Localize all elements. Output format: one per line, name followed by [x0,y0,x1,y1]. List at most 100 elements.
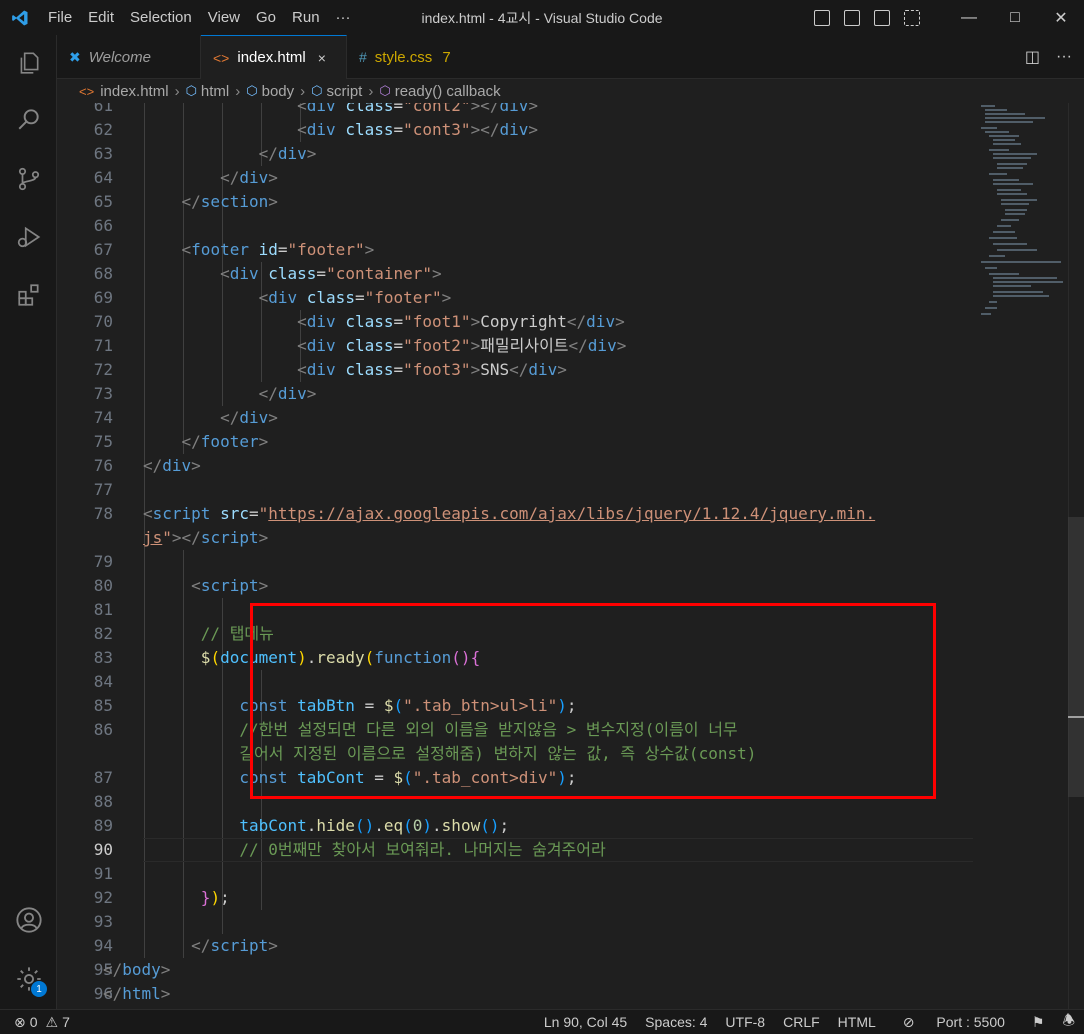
line-number: 61 [93,103,113,115]
line-number: 62 [93,120,113,139]
line-number: 83 [93,648,113,667]
code-line: // 탭메뉴 [200,624,274,643]
css-file-icon: # [359,49,367,65]
line-number-gutter: 61 62 63 64 65 66 67 68 69 70 71 72 73 7… [57,103,113,1009]
vscode-logo-icon [0,0,40,35]
breadcrumb-item-body[interactable]: body [262,83,295,100]
search-icon[interactable] [0,95,57,143]
tab-index-html[interactable]: <> index.html × [201,35,347,79]
line-number: 82 [93,624,113,643]
end-of-line[interactable]: CRLF [774,1014,829,1030]
problems-indicator[interactable]: ⊗ 0 ⚠ 7 [0,1014,70,1031]
minimize-window-icon[interactable]: — [946,0,992,35]
code-line: <script src="https://ajax.googleapis.com… [143,504,876,523]
line-number: 78 [93,504,113,523]
function-icon: ⬡ [379,83,391,98]
accounts-icon[interactable] [0,896,57,944]
code-line: tabCont.hide().eq(0).show(); [239,816,510,835]
breadcrumb-item-file[interactable]: index.html [100,83,168,100]
line-number: 89 [93,816,113,835]
code-line: </section> [181,192,278,211]
line-number: 85 [93,696,113,715]
element-icon: ⬡ [311,83,323,98]
toggle-panel-icon[interactable] [844,9,860,26]
code-line: //한번 설정되면 다른 외의 이름을 받지않음 > 변수지정(이름이 너무 [239,720,738,739]
menu-go[interactable]: Go [248,9,284,26]
html-file-icon: <> [79,83,95,99]
html-file-icon: <> [213,49,230,66]
extensions-icon[interactable] [0,271,57,319]
code-line: <div class="footer"> [258,288,452,307]
line-number: 71 [93,336,113,355]
code-line: <div class="container"> [220,264,442,283]
menu-run[interactable]: Run [284,9,328,26]
line-number: 68 [93,264,113,283]
close-tab-icon[interactable]: × [318,50,326,66]
line-number: 65 [93,192,113,211]
element-icon: ⬡ [246,83,258,98]
vscode-icon: ✖ [69,48,81,65]
code-line: <footer id="footer"> [181,240,375,259]
line-number: 70 [93,312,113,331]
line-number: 66 [93,216,113,235]
code-line: </div> [220,168,278,187]
toggle-primary-sidebar-icon[interactable] [814,9,830,26]
warning-icon: ⚠ [45,1013,59,1030]
breadcrumb-item-script[interactable]: script [327,83,363,100]
scrollbar-thumb[interactable] [1068,517,1084,797]
code-line: </div> [258,144,317,163]
customize-layout-icon[interactable] [904,9,920,26]
menu-more[interactable]: ··· [328,9,359,26]
title-bar: File Edit Selection View Go Run ··· inde… [0,0,1084,35]
menu-selection[interactable]: Selection [122,9,200,26]
error-icon: ⊗ [14,1013,26,1030]
menu-file[interactable]: File [40,9,80,26]
code-area[interactable]: <div class="cont2"></div> <div class="co… [103,103,973,1009]
encoding[interactable]: UTF-8 [716,1014,774,1030]
tab-welcome[interactable]: ✖ Welcome [57,35,201,79]
line-number: 69 [93,288,113,307]
error-count: 0 [29,1014,38,1030]
code-line: </script> [191,936,278,955]
menu-bar: File Edit Selection View Go Run ··· [40,9,359,26]
code-editor[interactable]: 61 62 63 64 65 66 67 68 69 70 71 72 73 7… [57,103,1084,1009]
split-editor-icon[interactable]: ◫ [1025,47,1040,67]
line-number: 75 [93,432,113,451]
tab-label: index.html [237,49,306,66]
tab-style-css[interactable]: # style.css 7 [347,35,477,79]
code-line: <div class="cont2"></div> [297,103,539,115]
code-line: </body> [103,960,171,979]
run-debug-icon[interactable] [0,213,57,261]
manage-gear-icon[interactable]: 1 [0,955,57,1003]
scrollbar-cursor-marker [1068,716,1084,718]
code-line: $(document).ready(function(){ [200,648,481,667]
more-actions-icon[interactable]: ··· [1056,48,1072,66]
breadcrumb-item-html[interactable]: html [201,83,229,100]
breadcrumb-item-callback[interactable]: ready() callback [395,83,501,100]
cursor-position[interactable]: Ln 90, Col 45 [535,1014,636,1030]
line-number-current: 90 [93,840,113,859]
line-number: 93 [93,912,113,931]
line-number: 67 [93,240,113,259]
line-number: 81 [93,600,113,619]
indentation[interactable]: Spaces: 4 [636,1014,716,1030]
maximize-window-icon[interactable]: □ [992,0,1038,35]
minimap[interactable] [977,103,1067,323]
jquery-cdn-link[interactable]: https://ajax.googleapis.com/ajax/libs/jq… [268,504,875,523]
notifications-bell-icon[interactable]: 🕭 [1053,1010,1084,1034]
live-server-port[interactable]: ⊘ Port : 5500 [885,1014,1023,1031]
source-control-icon[interactable] [0,155,57,203]
stop-circle-icon: ⊘ [902,1013,919,1030]
close-window-icon[interactable]: ✕ [1038,0,1084,35]
activity-bar: 1 [0,35,57,1009]
code-line: const tabCont = $(".tab_cont>div"); [239,768,577,787]
toggle-secondary-sidebar-icon[interactable] [874,9,890,26]
chevron-right-icon: › [174,82,180,100]
menu-view[interactable]: View [200,9,248,26]
feedback-icon[interactable]: ⚑ [1023,1014,1054,1031]
line-number: 76 [93,456,113,475]
menu-edit[interactable]: Edit [80,9,122,26]
language-mode[interactable]: HTML [829,1014,885,1030]
code-line: </footer> [181,432,269,451]
explorer-icon[interactable] [0,39,57,87]
